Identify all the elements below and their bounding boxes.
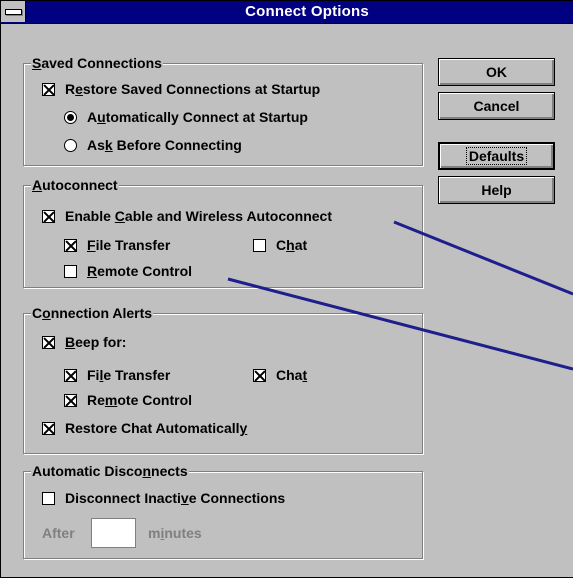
minutes-input[interactable] [91, 518, 136, 548]
alert-file-transfer-label: File Transfer [87, 367, 171, 383]
restore-saved-connections-checkbox[interactable]: Restore Saved Connections at Startup [42, 81, 320, 97]
defaults-button[interactable]: Defaults [438, 142, 555, 170]
restore-chat-checkbox[interactable]: Restore Chat Automatically [42, 420, 247, 436]
restore-saved-connections-label: Restore Saved Connections at Startup [65, 81, 321, 97]
disconnect-inactive-label: Disconnect Inactive Connections [65, 490, 286, 506]
connection-alerts-label: Connection Alerts [31, 305, 154, 321]
enable-autoconnect-box[interactable] [42, 209, 55, 223]
dialog-title: Connect Options [245, 3, 369, 20]
saved-connections-label: Saved Connections [31, 55, 163, 71]
ask-before-connecting-radio[interactable]: Ask Before Connecting [64, 137, 242, 153]
disconnect-inactive-checkbox[interactable]: Disconnect Inactive Connections [42, 490, 285, 506]
ask-before-connecting-label: Ask Before Connecting [87, 137, 242, 153]
alert-chat-checkbox[interactable]: Chat [253, 367, 307, 383]
automatic-disconnects-label: Automatic Disconnects [31, 463, 189, 479]
alert-remote-control-label: Remote Control [87, 392, 193, 408]
autoconnect-remote-control-checkbox[interactable]: Remote Control [64, 263, 192, 279]
ask-before-connecting-radio-button[interactable] [64, 138, 77, 152]
title-bar[interactable]: Connect Options [1, 1, 573, 24]
connect-options-dialog: Connect Options Saved Connections Restor… [0, 0, 573, 578]
system-menu-icon [5, 9, 22, 15]
autoconnect-file-transfer-label: File Transfer [87, 237, 171, 253]
alert-file-transfer-checkbox[interactable]: File Transfer [64, 367, 170, 383]
restore-chat-box[interactable] [42, 421, 55, 435]
ok-button[interactable]: OK [438, 58, 555, 86]
autoconnect-chat-label: Chat [276, 237, 308, 253]
cancel-button[interactable]: Cancel [438, 92, 555, 120]
autoconnect-chat-box[interactable] [253, 238, 266, 252]
restore-chat-label: Restore Chat Automatically [65, 420, 248, 436]
alert-remote-control-box[interactable] [64, 393, 77, 407]
autoconnect-chat-checkbox[interactable]: Chat [253, 237, 307, 253]
autoconnect-remote-control-box[interactable] [64, 264, 77, 278]
autoconnect-remote-control-label: Remote Control [87, 263, 193, 279]
help-button[interactable]: Help [438, 176, 555, 204]
autoconnect-file-transfer-box[interactable] [64, 238, 77, 252]
alert-remote-control-checkbox[interactable]: Remote Control [64, 392, 192, 408]
auto-connect-radio-button[interactable] [64, 110, 77, 124]
after-label: After [42, 525, 75, 541]
autoconnect-label: Autoconnect [31, 177, 119, 193]
alert-chat-label: Chat [276, 367, 308, 383]
autoconnect-file-transfer-checkbox[interactable]: File Transfer [64, 237, 170, 253]
beep-for-label: Beep for: [65, 334, 127, 350]
restore-saved-connections-box[interactable] [42, 82, 55, 96]
system-menu-button[interactable] [1, 1, 26, 22]
auto-connect-label: Automatically Connect at Startup [87, 109, 308, 125]
alert-chat-box[interactable] [253, 368, 266, 382]
auto-connect-radio[interactable]: Automatically Connect at Startup [64, 109, 308, 125]
enable-autoconnect-label: Enable Cable and Wireless Autoconnect [65, 208, 332, 224]
beep-for-box[interactable] [42, 335, 55, 349]
alert-file-transfer-box[interactable] [64, 368, 77, 382]
enable-autoconnect-checkbox[interactable]: Enable Cable and Wireless Autoconnect [42, 208, 332, 224]
defaults-label: Defaults [465, 147, 528, 165]
automatic-disconnects-group: Automatic Disconnects [23, 463, 423, 559]
beep-for-checkbox[interactable]: Beep for: [42, 334, 126, 350]
minutes-label: m i nutes [148, 525, 202, 541]
disconnect-inactive-box[interactable] [42, 491, 55, 505]
